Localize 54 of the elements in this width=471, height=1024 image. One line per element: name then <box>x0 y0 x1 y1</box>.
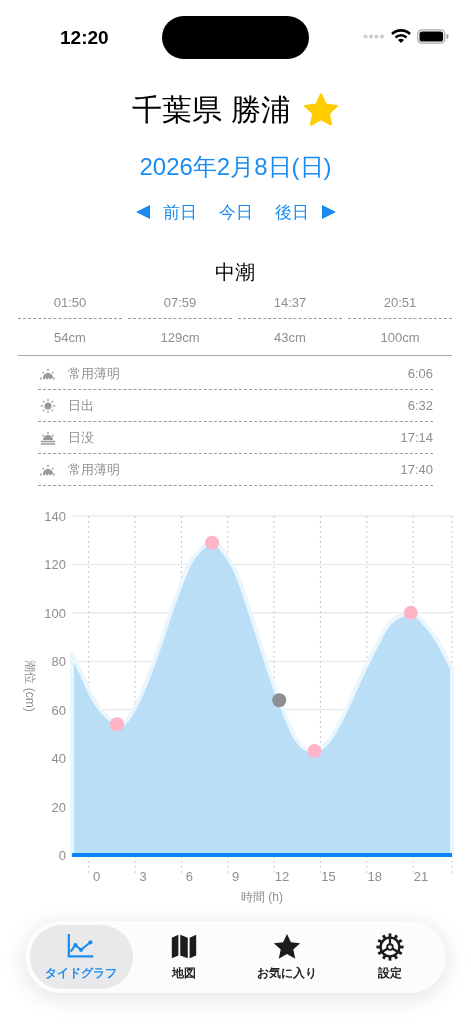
sun-event-time: 6:32 <box>407 398 433 413</box>
y-tick-label: 0 <box>58 848 66 863</box>
x-tick-label: 15 <box>321 869 336 884</box>
status-time: 12:20 <box>60 27 110 49</box>
horizon-sun-icon <box>40 429 56 446</box>
tide-height: 129cm <box>159 329 201 347</box>
y-tick-label: 40 <box>51 751 66 767</box>
sun-event-label: 常用薄明 <box>68 460 120 479</box>
tab[interactable]: お気に入り <box>235 925 339 989</box>
settings-icon <box>374 932 405 962</box>
tide-time: 07:59 <box>128 286 232 319</box>
y-axis-title: 潮位 (cm) <box>23 660 37 712</box>
triangle-icon <box>320 204 337 220</box>
sun-event-label: 常用薄明 <box>68 364 120 383</box>
tide-height: 100cm <box>379 329 421 347</box>
tide-time: 01:50 <box>18 286 122 319</box>
battery-icon <box>417 29 449 44</box>
x-tick-label: 21 <box>413 869 429 884</box>
y-tick-label: 60 <box>51 702 66 718</box>
tab[interactable]: タイドグラフ <box>30 925 133 989</box>
date-label[interactable]: 2026年2月8日(日) <box>139 151 332 183</box>
location-title: 千葉県 勝浦 <box>132 91 291 128</box>
sun-event-label: 日没 <box>68 428 94 447</box>
signal-icon <box>363 34 385 39</box>
y-tick-label: 80 <box>51 654 66 670</box>
x-tick-label: 9 <box>232 869 240 884</box>
x-axis-title: 時間 (h) <box>241 890 283 904</box>
tide-type-label: 中潮 <box>214 260 256 285</box>
day-nav-button[interactable]: 前日 <box>134 200 197 224</box>
tide-height: 43cm <box>273 329 307 347</box>
sun-event-time: 17:40 <box>400 462 433 477</box>
y-tick-label: 140 <box>44 509 66 524</box>
y-tick-label: 20 <box>51 799 66 815</box>
x-tick-label: 6 <box>185 869 193 884</box>
tab[interactable]: 地図 <box>132 925 236 989</box>
sun-event-time: 17:14 <box>400 430 433 445</box>
day-nav-button[interactable]: 後日 <box>274 200 337 224</box>
day-nav-button[interactable]: 今日 <box>218 200 253 224</box>
tide-height: 54cm <box>53 329 87 347</box>
sun-event-time: 6:06 <box>407 366 433 381</box>
x-tick-label: 0 <box>93 869 101 884</box>
sun-event-label: 日出 <box>68 396 94 415</box>
y-tick-label: 120 <box>44 557 66 573</box>
triangle-icon <box>134 204 151 220</box>
tide-time: 14:37 <box>238 286 342 319</box>
tide-time: 20:51 <box>348 286 452 319</box>
sun-icon <box>40 397 56 414</box>
y-tick-label: 100 <box>44 605 66 621</box>
x-tick-label: 18 <box>367 869 382 884</box>
tab[interactable]: 設定 <box>338 925 441 989</box>
favorite-star-icon[interactable] <box>302 93 339 127</box>
wifi-icon <box>391 29 411 44</box>
x-tick-label: 12 <box>274 869 290 884</box>
x-tick-label: 3 <box>139 869 147 884</box>
